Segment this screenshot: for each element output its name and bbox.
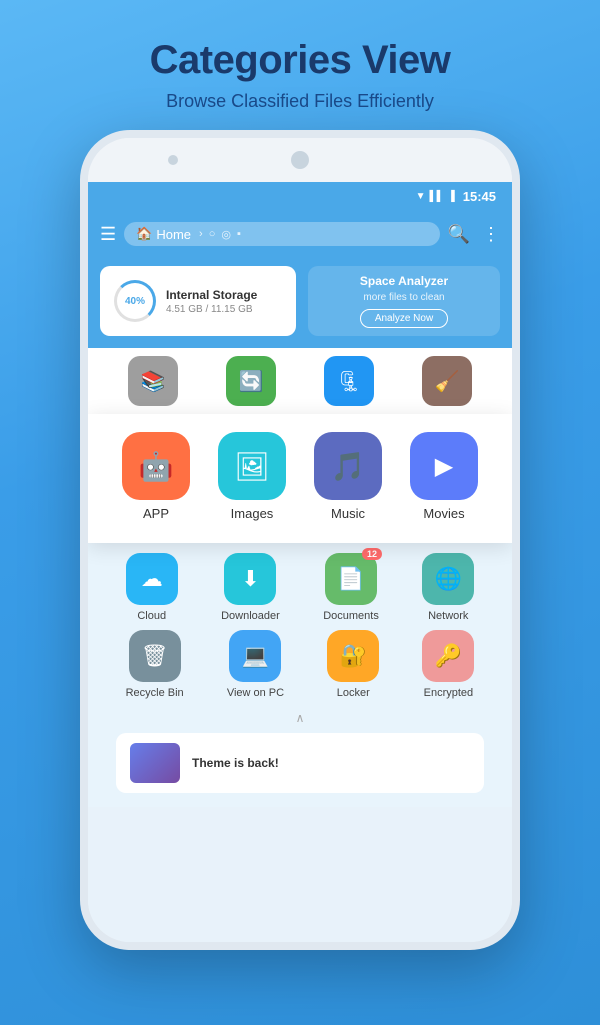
nav-arrow1: › — [199, 228, 203, 241]
cat-label-music: Music — [331, 506, 365, 521]
sec-label-documents: Documents — [323, 610, 379, 622]
breadcrumb-label: Home — [156, 227, 191, 242]
more-icon[interactable]: ⋮ — [482, 224, 500, 245]
sec-icon-viewpc: 💻 — [229, 630, 281, 682]
phone-top-bezel — [88, 138, 512, 182]
hero-title: Categories View — [0, 0, 600, 83]
search-icon[interactable]: 🔍 — [448, 224, 470, 245]
sec-item-cloud[interactable]: ☁ Cloud — [126, 553, 178, 622]
sec-icon-locker: 🔐 — [327, 630, 379, 682]
sec-item-encrypted[interactable]: 🔑 Encrypted — [422, 630, 474, 699]
storage-percent: 40% — [125, 296, 145, 307]
secondary-row-2: 🗑 Recycle Bin 💻 View on PC 🔐 Locker 🔑 En… — [104, 630, 496, 699]
wifi-icon: ▼ — [416, 191, 426, 202]
sec-label-network: Network — [428, 610, 468, 622]
breadcrumb-nav-icons: › ○ ◎ ▪ — [199, 228, 241, 241]
analyze-now-button[interactable]: Analyze Now — [360, 309, 448, 328]
sec-label-cloud: Cloud — [137, 610, 166, 622]
sec-icon-cloud: ☁ — [126, 553, 178, 605]
sec-item-downloader[interactable]: ⬇ Downloader — [221, 553, 280, 622]
sec-label-downloader: Downloader — [221, 610, 280, 622]
storage-info: Internal Storage 4.51 GB / 11.15 GB — [166, 288, 282, 315]
hero-subtitle: Browse Classified Files Efficiently — [0, 91, 600, 112]
storage-title: Internal Storage — [166, 288, 282, 302]
sec-icon-downloader: ⬇ — [224, 553, 276, 605]
partial-icon-1[interactable]: 📚 — [128, 356, 178, 406]
category-movies[interactable]: ▶ Movies — [410, 432, 478, 521]
cat-icon-images: 🖼 — [218, 432, 286, 500]
home-icon: 🏠 — [136, 226, 152, 242]
nav-arrow4: ▪ — [237, 228, 241, 241]
scroll-indicator: ∧ — [104, 707, 496, 729]
status-time: 15:45 — [463, 189, 496, 204]
storage-section: 40% Internal Storage 4.51 GB / 11.15 GB … — [88, 258, 512, 348]
sec-icon-recycle: 🗑 — [129, 630, 181, 682]
sec-label-encrypted: Encrypted — [424, 687, 474, 699]
analyzer-title: Space Analyzer — [360, 274, 448, 288]
category-images[interactable]: 🖼 Images — [218, 432, 286, 521]
bottom-card-text: Theme is back! — [192, 756, 279, 770]
sec-icon-encrypted: 🔑 — [422, 630, 474, 682]
battery-icon: ▐ — [448, 191, 455, 202]
partial-grid-row: 📚 🔄 🗜 🧹 — [88, 348, 512, 414]
hero-section: Categories View Browse Classified Files … — [0, 0, 600, 112]
space-analyzer-card: Space Analyzer more files to clean Analy… — [308, 266, 500, 336]
app-toolbar: ☰ 🏠 Home › ○ ◎ ▪ 🔍 ⋮ — [88, 210, 512, 258]
storage-card[interactable]: 40% Internal Storage 4.51 GB / 11.15 GB — [100, 266, 296, 336]
sec-item-network[interactable]: 🌐 Network — [422, 553, 474, 622]
cat-label-app: APP — [143, 506, 169, 521]
bottom-card[interactable]: Theme is back! — [116, 733, 484, 793]
secondary-grid: ☁ Cloud ⬇ Downloader 📄 12 Documents 🌐 — [88, 543, 512, 807]
sec-item-viewpc[interactable]: 💻 View on PC — [227, 630, 284, 699]
toolbar-right-icons: 🔍 ⋮ — [448, 224, 500, 245]
phone-camera — [291, 151, 309, 169]
storage-size: 4.51 GB / 11.15 GB — [166, 304, 282, 315]
partial-icon-2[interactable]: 🔄 — [226, 356, 276, 406]
categories-row: 🤖 APP 🖼 Images 🎵 Music ▶ Movies — [88, 428, 512, 529]
nav-arrow2: ○ — [209, 228, 216, 241]
category-app[interactable]: 🤖 APP — [122, 432, 190, 521]
storage-circle: 40% — [114, 280, 156, 322]
nav-arrow3: ◎ — [221, 228, 231, 241]
bottom-card-thumb — [130, 743, 180, 783]
secondary-row-1: ☁ Cloud ⬇ Downloader 📄 12 Documents 🌐 — [104, 553, 496, 622]
status-bar: ▼ ▌▌ ▐ 15:45 — [88, 182, 512, 210]
status-icons: ▼ ▌▌ ▐ — [416, 191, 455, 202]
category-music[interactable]: 🎵 Music — [314, 432, 382, 521]
analyzer-subtitle: more files to clean — [363, 292, 444, 303]
cat-label-movies: Movies — [423, 506, 464, 521]
sec-item-locker[interactable]: 🔐 Locker — [327, 630, 379, 699]
cat-label-images: Images — [231, 506, 274, 521]
documents-badge: 12 — [362, 548, 382, 560]
breadcrumb-pill[interactable]: 🏠 Home › ○ ◎ ▪ — [124, 222, 439, 246]
sec-label-locker: Locker — [337, 687, 370, 699]
sec-icon-network: 🌐 — [422, 553, 474, 605]
categories-panel: 🤖 APP 🖼 Images 🎵 Music ▶ Movies — [88, 414, 512, 543]
sec-item-recycle[interactable]: 🗑 Recycle Bin — [126, 630, 184, 699]
phone-speaker — [168, 155, 178, 165]
phone-frame: ▼ ▌▌ ▐ 15:45 ☰ 🏠 Home › ○ ◎ ▪ 🔍 ⋮ — [80, 130, 520, 950]
menu-icon[interactable]: ☰ — [100, 224, 116, 245]
partial-icon-4[interactable]: 🧹 — [422, 356, 472, 406]
phone-screen: ▼ ▌▌ ▐ 15:45 ☰ 🏠 Home › ○ ◎ ▪ 🔍 ⋮ — [88, 182, 512, 942]
sec-icon-documents: 📄 12 — [325, 553, 377, 605]
cat-icon-movies: ▶ — [410, 432, 478, 500]
cat-icon-app: 🤖 — [122, 432, 190, 500]
cat-icon-music: 🎵 — [314, 432, 382, 500]
sec-item-documents[interactable]: 📄 12 Documents — [323, 553, 379, 622]
signal-icon: ▌▌ — [429, 191, 443, 202]
partial-icon-3[interactable]: 🗜 — [324, 356, 374, 406]
sec-label-recycle: Recycle Bin — [126, 687, 184, 699]
sec-label-viewpc: View on PC — [227, 687, 284, 699]
